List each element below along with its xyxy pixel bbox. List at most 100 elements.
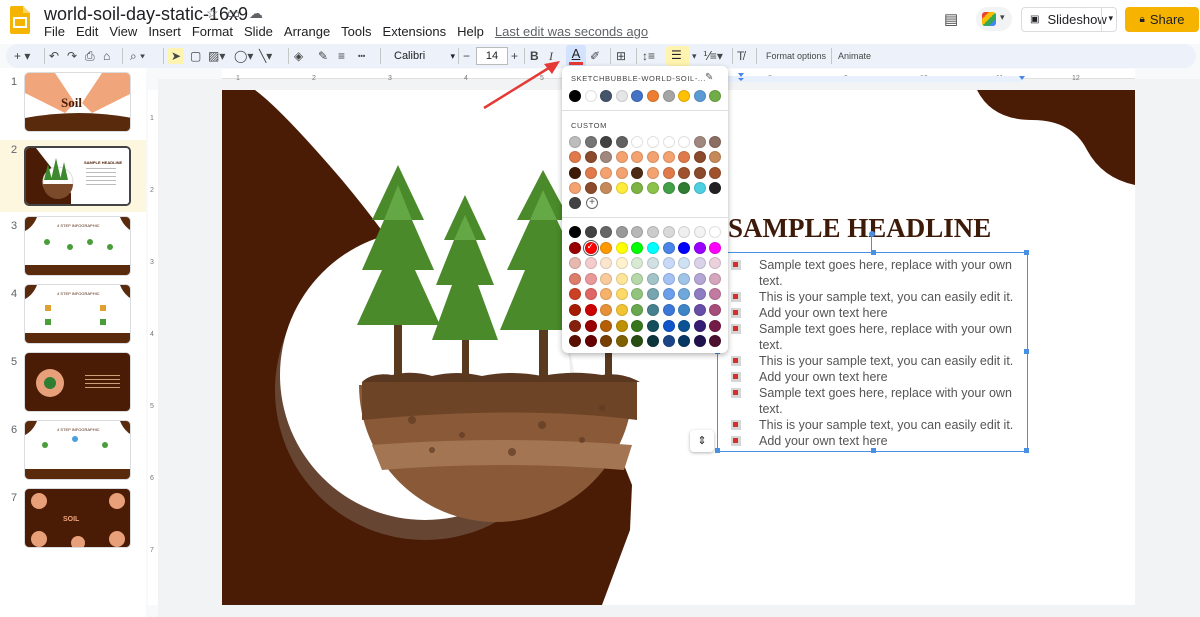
list-item[interactable]: Add your own text here [731,305,888,321]
standard-color-swatch[interactable] [693,226,706,238]
custom-color-swatch[interactable] [569,181,581,194]
custom-color-swatch[interactable] [615,181,628,194]
list-item[interactable]: This is your sample text, you can easily… [731,417,1013,433]
standard-color-swatch[interactable] [647,241,659,254]
bulleted-list-button[interactable]: ☰ [666,46,690,66]
standard-color-swatch[interactable] [709,304,722,316]
custom-color-swatch[interactable] [631,166,644,179]
theme-color-swatch[interactable] [678,90,691,102]
standard-color-swatch[interactable] [709,288,722,301]
list-item[interactable]: text. [759,337,783,353]
standard-color-swatch[interactable] [569,226,581,238]
standard-color-swatch[interactable] [662,226,675,238]
shape-icon[interactable]: ◯▾ [234,48,253,64]
line-icon[interactable]: ╲▾ [259,48,272,64]
zoom-icon[interactable]: ⌕ ▾ [130,48,145,64]
custom-color-swatch[interactable] [584,136,597,148]
highlight-color-icon[interactable]: ✐ [590,48,600,64]
new-slide-icon[interactable]: + ▾ [14,48,30,64]
standard-color-swatch[interactable] [584,304,597,316]
slide-headline[interactable]: SAMPLE HEADLINE [728,213,991,244]
resize-handle[interactable] [715,448,720,453]
custom-color-swatch[interactable] [709,151,722,164]
list-item[interactable]: Add your own text here [731,369,888,385]
standard-color-swatch[interactable] [693,335,706,348]
standard-color-swatch[interactable] [600,319,613,332]
slide-thumb-1[interactable]: 1 Soil [0,72,146,136]
decrease-font-size-button[interactable]: − [463,48,470,64]
standard-color-swatch[interactable] [678,241,691,254]
vertical-ruler[interactable]: 1 2 3 4 5 6 7 [148,90,158,605]
slide-thumb-5[interactable]: 5 [0,352,146,416]
custom-color-swatch[interactable] [600,151,613,164]
insert-link-icon[interactable]: ⊞ [616,48,626,64]
edit-theme-icon[interactable]: ✎ [705,72,713,83]
standard-color-swatch[interactable] [631,272,644,285]
standard-color-swatch[interactable] [600,288,613,301]
standard-color-swatch[interactable] [615,257,628,270]
standard-color-swatch[interactable] [569,288,581,301]
custom-color-swatch[interactable] [678,166,691,179]
standard-color-swatch[interactable] [615,304,628,316]
custom-color-swatch[interactable] [600,181,613,194]
custom-color-swatch[interactable] [631,181,644,194]
standard-color-swatch[interactable] [647,304,659,316]
body-text-box[interactable]: Sample text goes here, replace with your… [715,231,1029,453]
custom-color-swatch[interactable] [709,136,722,148]
list-item[interactable]: Sample text goes here, replace with your… [731,321,1012,337]
standard-color-swatch[interactable] [631,335,644,348]
custom-color-swatch[interactable] [647,151,659,164]
slide-thumb-2[interactable]: 2 SAMPLE HEADLINE [0,140,146,212]
standard-color-swatch[interactable] [647,319,659,332]
standard-color-swatch[interactable] [600,304,613,316]
standard-color-swatch[interactable] [631,226,644,238]
standard-color-swatch[interactable] [600,335,613,348]
standard-color-swatch[interactable] [662,304,675,316]
custom-color-swatch[interactable] [678,136,691,148]
standard-color-swatch[interactable] [584,272,597,285]
numbered-list-icon[interactable]: ⅟≡▾ [703,48,723,64]
menu-tools[interactable]: Tools [341,24,371,39]
theme-color-swatch[interactable] [693,90,706,102]
custom-color-swatch[interactable] [584,151,597,164]
standard-color-swatch[interactable] [709,257,722,270]
custom-color-swatch[interactable] [709,166,722,179]
custom-color-swatch[interactable] [569,136,581,148]
select-cursor-icon[interactable]: ➤ [168,48,185,64]
standard-color-swatch[interactable] [678,304,691,316]
standard-color-swatch[interactable] [631,288,644,301]
standard-color-swatch[interactable] [584,288,597,301]
standard-color-swatch[interactable] [569,257,581,270]
standard-color-swatch[interactable] [600,257,613,270]
standard-color-swatch[interactable] [600,226,613,238]
standard-color-swatch[interactable] [678,319,691,332]
theme-color-swatch[interactable] [615,90,628,102]
standard-color-swatch[interactable] [693,272,706,285]
font-select[interactable]: Calibri ▾ [390,47,457,65]
standard-color-swatch[interactable] [709,272,722,285]
menu-slide[interactable]: Slide [244,24,273,39]
custom-color-swatch[interactable] [600,166,613,179]
custom-color-swatch[interactable] [569,197,581,210]
standard-color-swatch[interactable] [709,226,722,238]
list-item[interactable]: Sample text goes here, replace with your… [731,385,1012,401]
custom-color-swatch[interactable] [647,166,659,179]
custom-color-swatch[interactable] [678,151,691,164]
image-icon[interactable]: ▨▾ [208,48,225,64]
standard-color-swatch[interactable] [569,241,581,254]
standard-color-swatch[interactable] [662,241,675,254]
border-color-icon[interactable]: ✎ [318,48,328,64]
paint-format-icon[interactable]: ⌂ [103,48,110,64]
theme-color-swatch[interactable] [569,90,581,102]
list-item[interactable]: Add your own text here [731,433,888,449]
standard-color-swatch[interactable] [709,241,722,254]
custom-color-swatch[interactable] [662,151,675,164]
list-item[interactable]: text. [759,273,783,289]
standard-color-swatch[interactable] [569,335,581,348]
redo-icon[interactable]: ↷ [67,48,77,64]
standard-color-swatch[interactable] [647,226,659,238]
standard-color-swatch[interactable] [678,257,691,270]
menu-edit[interactable]: Edit [76,24,98,39]
share-button[interactable]: 🔒︎ Share [1125,7,1199,32]
move-folder-icon[interactable]: ▭ [227,5,240,22]
